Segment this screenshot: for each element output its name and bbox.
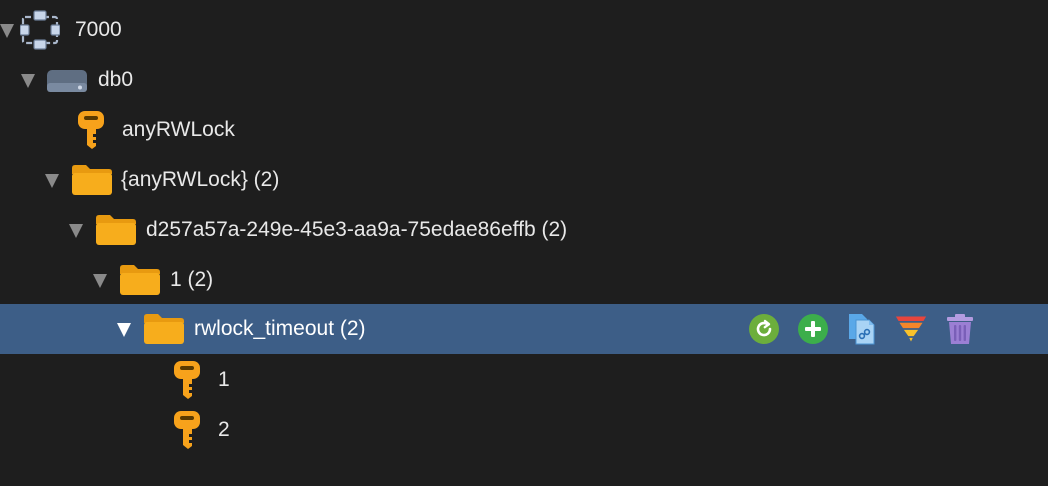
tree-node-key[interactable]: anyRWLock [0,105,1048,155]
folder-icon [70,163,114,202]
tree-node-folder[interactable]: {anyRWLock} (2) [0,155,1048,205]
tree-node-database[interactable]: db0 [0,55,1048,105]
trash-icon[interactable] [944,313,976,345]
node-label: 1 [218,368,230,391]
node-label: {anyRWLock} (2) [121,168,280,191]
node-label: anyRWLock [122,118,235,141]
expand-arrow[interactable] [93,274,107,288]
database-disk-icon [46,68,88,99]
copy-link-icon[interactable] [846,313,878,345]
tree-node-folder[interactable]: d257a57a-249e-45e3-aa9a-75edae86effb (2) [0,205,1048,255]
expand-arrow[interactable] [45,174,59,188]
node-label: 1 (2) [170,268,214,291]
tree-node-folder[interactable]: 1 (2) [0,255,1048,305]
expand-arrow[interactable] [69,224,83,238]
node-label: 7000 [75,18,122,41]
folder-icon [94,213,138,252]
row-actions [748,313,993,345]
node-label: db0 [98,68,134,91]
expand-arrow[interactable] [0,24,14,38]
expand-arrow[interactable] [21,74,35,88]
node-label: 2 [218,418,230,441]
tree-node-key[interactable]: 1 [0,355,1048,405]
tree-node-folder-selected[interactable]: rwlock_timeout (2) [0,304,1048,354]
server-cluster-icon [19,10,61,55]
tree-node-server[interactable]: 7000 [0,5,1048,55]
folder-icon [142,312,186,351]
node-label: rwlock_timeout (2) [194,317,366,340]
expand-arrow[interactable] [117,323,131,337]
folder-icon [118,263,162,302]
plus-circle-icon[interactable] [797,313,829,345]
filter-funnel-icon[interactable] [895,313,927,345]
key-icon [172,359,202,406]
key-icon [76,109,106,156]
node-label: d257a57a-249e-45e3-aa9a-75edae86effb (2) [146,218,568,241]
key-icon [172,409,202,456]
tree-node-key[interactable]: 2 [0,405,1048,455]
refresh-icon[interactable] [748,313,780,345]
